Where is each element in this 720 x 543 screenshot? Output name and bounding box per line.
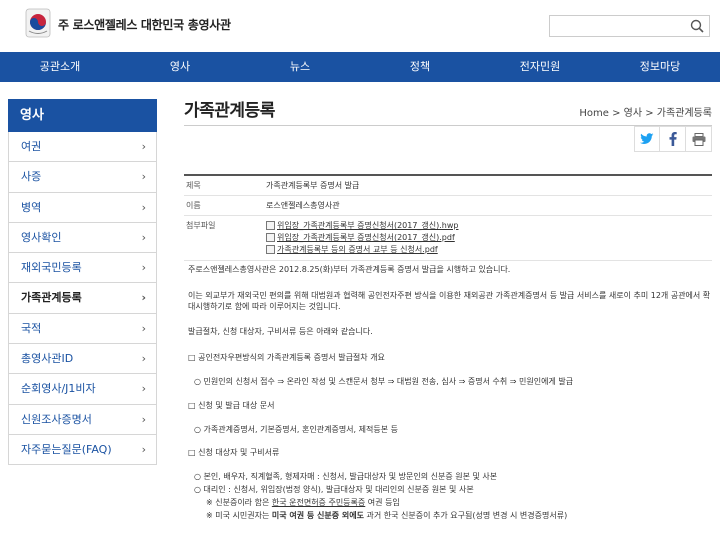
meta-row-attachments: 첨부파일 위임장_가족관계등록부 증명신청서(2017_갱신).hwp 위임장_… [184,216,712,261]
print-button[interactable] [686,126,712,152]
section-item: ○ 가족관계증명서, 기본증명서, 혼인관계증명서, 제적등본 등 [194,424,398,434]
meta-label: 첨부파일 [186,221,216,230]
post-author: 로스앤젤레스총영사관 [266,201,340,210]
sidebar-item-overseas-registration[interactable]: 재외국민등록 › [8,253,157,284]
note-emphasis: 미국 여권 등 신분증 외에도 [271,510,364,520]
chevron-right-icon: › [141,230,146,244]
site-title[interactable]: 주 로스앤젤레스 대한민국 총영사관 [58,16,231,33]
sidebar-item-label: 병역 [21,200,42,214]
note-text: ※ 신분증이라 함은 [206,497,272,507]
meta-row-name: 이름 로스앤젤레스총영사관 [184,196,712,216]
attachment-link[interactable]: 위임장_가족관계등록부 증명신청서(2017_갱신).hwp [277,220,459,231]
sidebar-item-label: 사증 [21,170,42,184]
note: ※ 미국 시민권자는 미국 여권 등 신분증 외에도 과거 한국 신분증이 추가… [188,511,712,522]
attachment-link[interactable]: 위임장_가족관계등록부 증명신청서(2017_갱신).pdf [277,232,455,243]
chevron-right-icon: › [141,261,146,275]
attachment-item: 위임장_가족관계등록부 증명신청서(2017_갱신).hwp [266,220,710,231]
title-divider [184,125,712,126]
body-paragraph: 주로스앤젤레스총영사관은 2012.8.25(화)부터 가족관계등록 증명서 발… [188,265,511,274]
note-text: 과거 한국 신분증이 추가 요구됨(성명 변경 시 변경증명서류) [363,510,568,520]
site-header: 주 로스앤젤레스 대한민국 총영사관 [0,0,720,52]
search-input[interactable] [549,15,710,37]
note-link[interactable]: 한국 운전면허증 주민등록증 [272,498,365,507]
section-item: ○ 민원인의 신청서 접수 ⇒ 온라인 작성 및 스캔문서 청부 ⇒ 대법원 전… [194,376,574,386]
print-icon [692,132,705,146]
nav-item-about[interactable]: 공관소개 [0,52,120,82]
nav-item-info[interactable]: 정보마당 [600,52,720,82]
chevron-right-icon: › [141,442,146,456]
sidebar-item-family-registration[interactable]: 가족관계등록 › [8,283,157,314]
sidebar: 영사 여권 › 사증 › 병역 › 영사확인 › 재외국민등록 › 가족관계등록 › 국적 ›… [8,99,157,466]
sidebar-heading: 영사 [8,99,157,132]
file-icon [266,245,275,254]
nav-item-news[interactable]: 뉴스 [240,52,360,82]
sidebar-item-consulate-id[interactable]: 총영사관ID › [8,344,157,375]
file-icon [266,221,275,230]
chevron-right-icon: › [141,140,146,153]
sidebar-item-nationality[interactable]: 국적 › [8,313,157,345]
sidebar-item-consular-confirmation[interactable]: 영사확인 › [8,222,157,254]
attachment-list: 위임장_가족관계등록부 증명신청서(2017_갱신).hwp 위임장_가족관계등… [264,216,712,260]
nav-item-policy[interactable]: 정책 [360,52,480,82]
file-icon [266,233,275,242]
government-emblem-icon[interactable] [24,8,52,40]
sidebar-item-faq[interactable]: 자주묻는질문(FAQ) › [8,434,157,466]
sidebar-item-background-check[interactable]: 신원조사증명서 › [8,404,157,435]
chevron-right-icon: › [141,170,146,184]
meta-row-subject: 제목 가족관계등록부 증명서 발급 [184,176,712,196]
meta-label: 제목 [186,181,201,190]
chevron-right-icon: › [141,352,146,366]
section-heading: □ 공인전자우편방식의 가족관계등록 증명서 발급절차 개요 [188,353,385,363]
note-text: 여권 등임 [365,497,400,507]
sidebar-item-military[interactable]: 병역 › [8,192,157,223]
note: ※ 신분증이라 함은 한국 운전면허증 주민등록증 여권 등임 [188,498,712,509]
sidebar-item-label: 여권 [21,140,42,153]
body-paragraph: 발급절차, 신청 대상자, 구비서류 등은 아래와 같습니다. [188,327,373,337]
section-item: ○ 대리인 : 신청서, 위임장(법정 양식), 발급대상자 및 대리인의 신분… [194,484,474,494]
section-heading: □ 신청 대상자 및 구비서류 [188,448,280,458]
facebook-button[interactable] [660,126,686,152]
section-heading: □ 신청 및 발급 대상 문서 [188,400,275,410]
twitter-icon [640,133,654,144]
chevron-right-icon: › [141,200,146,214]
chevron-right-icon: › [141,382,146,396]
sidebar-item-label: 신원조사증명서 [21,412,92,426]
nav-item-consular[interactable]: 영사 [120,52,240,82]
attachment-item: 위임장_가족관계등록부 증명신청서(2017_갱신).pdf [266,232,710,243]
sidebar-item-visa[interactable]: 사증 › [8,162,157,193]
sidebar-item-label: 자주묻는질문(FAQ) [21,442,112,456]
sidebar-item-mobile-consular[interactable]: 순회영사/J1비자 › [8,374,157,405]
twitter-button[interactable] [634,126,660,152]
sidebar-item-label: 영사확인 [21,230,62,244]
sidebar-item-label: 국적 [21,321,42,335]
nav-item-e-civil[interactable]: 전자민원 [480,52,600,82]
sidebar-item-label: 재외국민등록 [21,261,82,275]
search-icon[interactable] [689,18,705,34]
note-text: ※ 미국 시민권자는 [206,510,272,520]
facebook-icon [669,132,677,146]
chevron-right-icon: › [141,412,146,426]
sidebar-item-label: 순회영사/J1비자 [21,382,96,396]
chevron-right-icon: › [141,291,146,305]
sidebar-item-passport[interactable]: 여권 › [8,132,157,163]
chevron-right-icon: › [141,321,146,335]
body-paragraph: 이는 외교부가 재외국민 편의를 위해 대법원과 협력해 공인전자주편 방식을 … [188,290,711,311]
section-item: ○ 본인, 배우자, 직계혈족, 형제자매 : 신청서, 발급대상자 및 방문인… [194,472,498,482]
post-subject: 가족관계등록부 증명서 발급 [266,181,360,190]
sidebar-item-label: 가족관계등록 [21,291,82,305]
sidebar-item-label: 총영사관ID [21,352,74,366]
main-nav: 공관소개 영사 뉴스 정책 전자민원 정보마당 [0,52,720,82]
post-body: 주로스앤젤레스총영사관은 2012.8.25(화)부터 가족관계등록 증명서 발… [188,265,712,521]
attachment-link[interactable]: 가족관계등록부 등의 증명서 교부 등 신청서.pdf [277,244,438,255]
share-bar [634,126,712,152]
attachment-item: 가족관계등록부 등의 증명서 교부 등 신청서.pdf [266,244,710,255]
breadcrumb[interactable]: Home > 영사 > 가족관계등록 [579,104,712,119]
meta-label: 이름 [186,201,201,210]
page-title: 가족관계등록 [184,101,275,121]
post-meta-table: 제목 가족관계등록부 증명서 발급 이름 로스앤젤레스총영사관 첨부파일 위임장… [184,174,712,261]
